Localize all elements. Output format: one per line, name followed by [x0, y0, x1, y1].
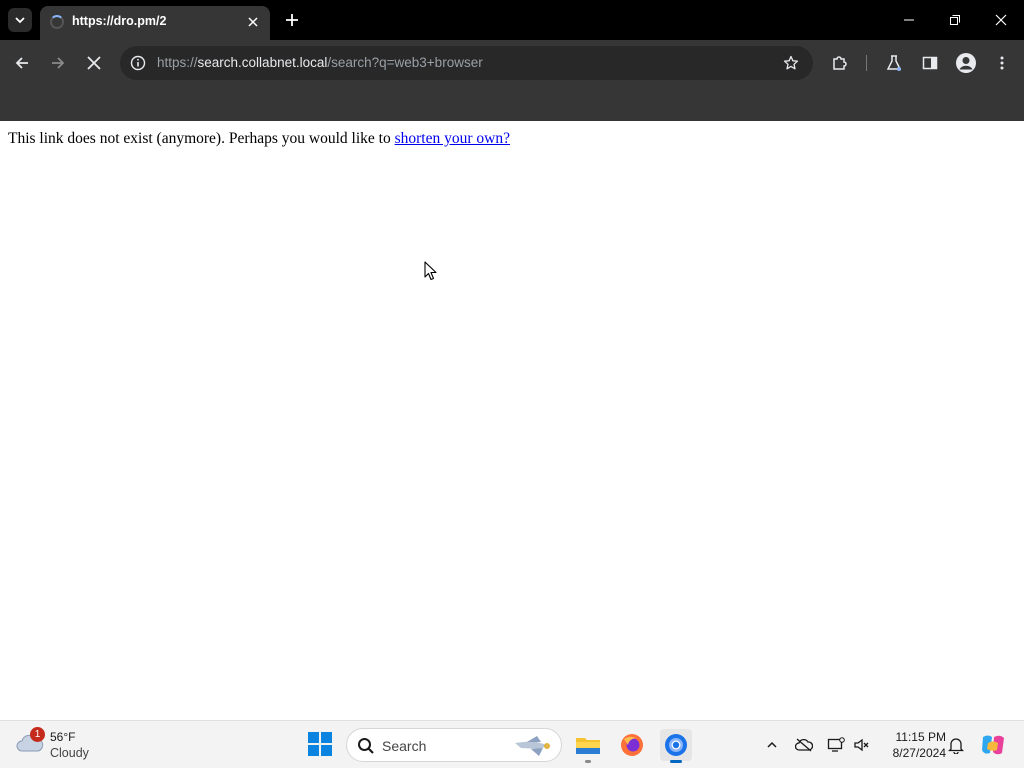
- loading-spinner-icon: [50, 15, 64, 29]
- search-icon: [358, 738, 374, 754]
- chrome-app[interactable]: [660, 729, 692, 763]
- restore-button[interactable]: [940, 6, 970, 34]
- system-clock[interactable]: 11:15 PM 8/27/2024: [876, 729, 946, 761]
- monitor-network-icon: [827, 737, 845, 752]
- folder-icon: [576, 738, 600, 754]
- close-icon: [995, 14, 1007, 26]
- notifications-button[interactable]: [946, 735, 966, 755]
- puzzle-icon: [833, 56, 847, 70]
- copilot-icon: [982, 735, 1004, 755]
- site-info-button[interactable]: [128, 53, 148, 73]
- weather-condition: Cloudy: [50, 746, 89, 760]
- onedrive-tray-icon[interactable]: [794, 735, 814, 755]
- labs-button[interactable]: [880, 49, 908, 77]
- url-path: /search?q=web3+browser: [327, 55, 483, 70]
- tab-close-button[interactable]: [244, 13, 262, 31]
- clock-time: 11:15 PM: [895, 730, 946, 744]
- browser-toolbar: https://search.collabnet.local/search?q=…: [0, 40, 1024, 86]
- firefox-icon: [621, 734, 643, 756]
- toolbar-separator: [866, 55, 867, 71]
- flask-icon: [886, 55, 902, 71]
- weather-temperature: 56°F: [50, 730, 76, 744]
- error-message: This link does not exist (anymore). Perh…: [8, 130, 510, 148]
- page-content: This link does not exist (anymore). Perh…: [0, 121, 1024, 720]
- side-panel-button[interactable]: [916, 49, 944, 77]
- new-tab-button[interactable]: [280, 8, 304, 32]
- info-icon: [130, 55, 146, 71]
- bookmarks-bar: [0, 86, 1024, 121]
- bell-icon: [948, 738, 964, 754]
- close-icon: [248, 17, 258, 27]
- notification-badge: 1: [30, 727, 45, 742]
- app-active-indicator: [670, 760, 682, 763]
- arrow-right-icon: [52, 57, 65, 69]
- network-tray-icon[interactable]: [826, 735, 846, 755]
- taskbar-search[interactable]: Search: [346, 728, 562, 762]
- app-running-indicator: [585, 760, 591, 763]
- sound-muted-icon: [854, 738, 869, 752]
- mouse-pointer-icon: [424, 261, 437, 281]
- plus-icon: [286, 14, 298, 26]
- search-label: Search: [382, 738, 427, 754]
- tab-strip: https://dro.pm/2: [0, 0, 1024, 40]
- back-button[interactable]: [8, 49, 36, 77]
- file-explorer-app[interactable]: [572, 729, 604, 763]
- profile-button[interactable]: [952, 49, 980, 77]
- side-panel-icon: [922, 56, 938, 70]
- volume-tray-icon[interactable]: [852, 735, 872, 755]
- start-button[interactable]: [307, 731, 335, 759]
- show-hidden-icons-button[interactable]: [762, 735, 782, 755]
- close-window-button[interactable]: [986, 6, 1016, 34]
- extensions-button[interactable]: [826, 49, 854, 77]
- chevron-up-icon: [767, 741, 777, 748]
- minimize-button[interactable]: [894, 6, 924, 34]
- stop-loading-button[interactable]: [80, 49, 108, 77]
- url-text: https://search.collabnet.local/search?q=…: [157, 55, 483, 70]
- more-vertical-icon: [1000, 56, 1004, 70]
- windows-logo-icon: [308, 732, 332, 756]
- url-scheme: https://: [157, 55, 198, 70]
- url-host: search.collabnet.local: [197, 55, 328, 70]
- error-message-text: This link does not exist (anymore). Perh…: [8, 130, 395, 147]
- bookmark-star-button[interactable]: [781, 53, 801, 73]
- cloud-offline-icon: [795, 738, 813, 752]
- clock-date: 8/27/2024: [892, 746, 946, 760]
- active-tab[interactable]: https://dro.pm/2: [40, 6, 270, 40]
- search-highlight-icon: [515, 736, 551, 756]
- minimize-icon: [904, 19, 914, 21]
- star-icon: [783, 55, 799, 70]
- avatar-icon: [956, 53, 976, 73]
- close-icon: [87, 56, 101, 70]
- restore-icon: [950, 15, 960, 25]
- weather-widget[interactable]: 1 56°F Cloudy: [16, 727, 126, 763]
- firefox-app[interactable]: [616, 729, 648, 761]
- arrow-left-icon: [15, 57, 28, 69]
- browser-menu-button[interactable]: [988, 49, 1016, 77]
- copilot-button[interactable]: [980, 733, 1006, 762]
- shorten-link[interactable]: shorten your own?: [395, 130, 510, 147]
- taskbar: 1 56°F Cloudy Search 11:15 PM 8/27/2024: [0, 720, 1024, 768]
- chrome-icon: [665, 734, 687, 756]
- address-bar[interactable]: https://search.collabnet.local/search?q=…: [120, 46, 813, 80]
- tab-search-button[interactable]: [8, 8, 32, 32]
- forward-button[interactable]: [44, 49, 72, 77]
- chevron-down-icon: [15, 17, 25, 24]
- tab-title: https://dro.pm/2: [72, 14, 167, 28]
